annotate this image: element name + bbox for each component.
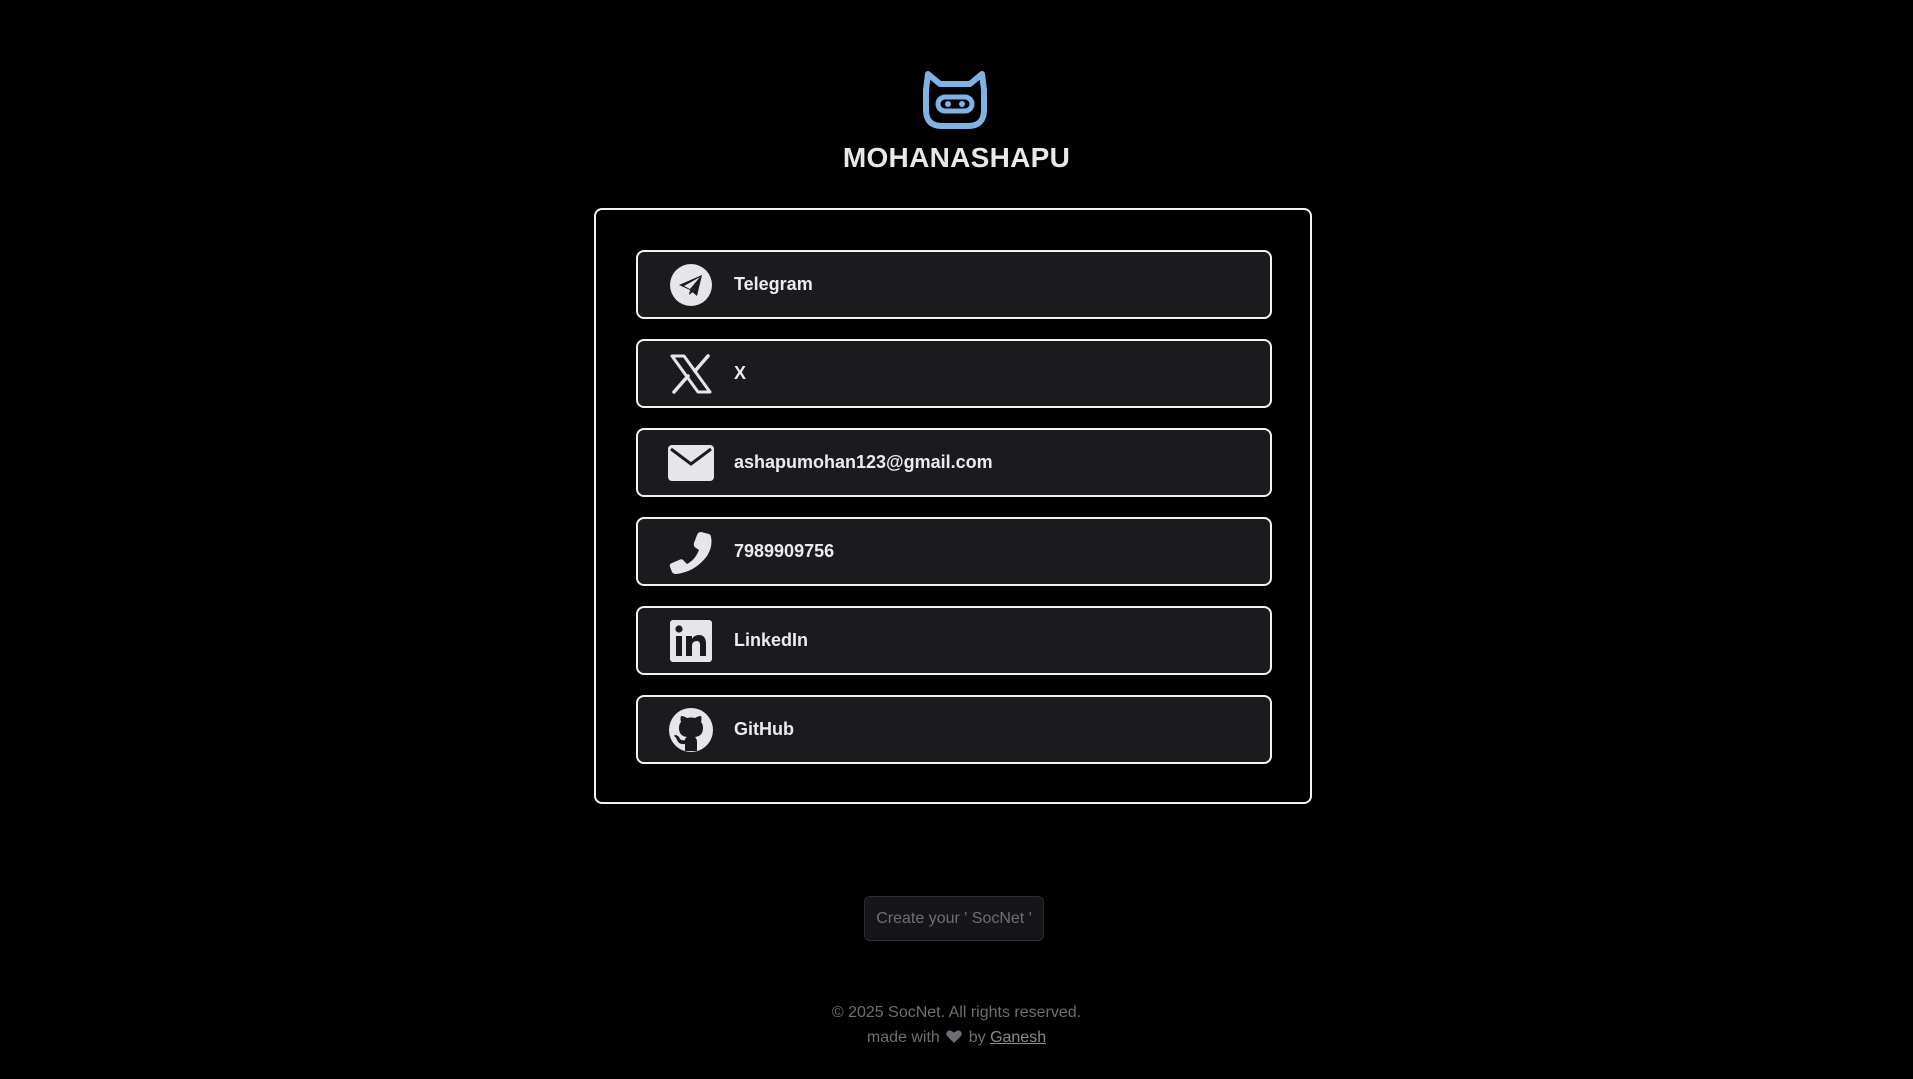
profile-name: MOHANASHAPU bbox=[842, 142, 1071, 173]
page: MOHANASHAPU Telegram X ashapumohan123@gm… bbox=[0, 0, 1913, 1079]
link-linkedin[interactable]: LinkedIn bbox=[636, 606, 1272, 675]
x-icon bbox=[668, 353, 714, 395]
link-label: LinkedIn bbox=[734, 630, 809, 650]
robot-face-icon bbox=[923, 71, 987, 129]
link-phone[interactable]: 7989909756 bbox=[636, 517, 1272, 586]
author-link[interactable]: Ganesh bbox=[990, 1029, 1046, 1046]
link-label: ashapumohan123@gmail.com bbox=[734, 452, 993, 472]
create-socnet-button[interactable]: Create your ' SocNet ' bbox=[864, 896, 1044, 941]
made-with-text: made with bbox=[866, 1029, 940, 1046]
linkedin-icon bbox=[668, 620, 714, 662]
link-email[interactable]: ashapumohan123@gmail.com bbox=[636, 428, 1272, 497]
link-github[interactable]: GitHub bbox=[636, 695, 1272, 764]
github-icon bbox=[668, 708, 714, 752]
link-label: X bbox=[734, 363, 747, 383]
links-card: Telegram X ashapumohan123@gmail.com 7989… bbox=[594, 208, 1312, 804]
made-with-line: made with by Ganesh bbox=[0, 1029, 1913, 1047]
telegram-icon bbox=[668, 264, 714, 306]
link-x[interactable]: X bbox=[636, 339, 1272, 408]
link-label: 7989909756 bbox=[734, 541, 835, 561]
copyright-text: © 2025 SocNet. All rights reserved. bbox=[831, 1004, 1082, 1021]
link-label: Telegram bbox=[734, 274, 813, 294]
link-telegram[interactable]: Telegram bbox=[636, 250, 1272, 319]
heart-icon bbox=[946, 1030, 962, 1043]
by-text: by bbox=[968, 1029, 986, 1046]
phone-icon bbox=[668, 531, 714, 574]
link-label: GitHub bbox=[734, 719, 794, 739]
mail-icon bbox=[668, 442, 714, 484]
